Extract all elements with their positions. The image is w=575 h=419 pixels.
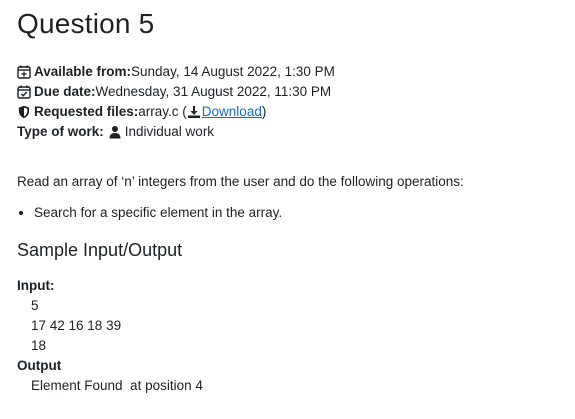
requested-files-row: Requested files: array.c ( Download ): [17, 102, 335, 122]
available-from-label: Available from:: [34, 64, 132, 79]
input-line: 17 42 16 18 39: [31, 318, 122, 333]
calendar-plus-icon: [17, 65, 31, 79]
due-date-value: Wednesday, 31 August 2022, 11:30 PM: [95, 84, 332, 99]
sample-heading: Sample Input/Output: [17, 240, 183, 260]
available-from-value: Sunday, 14 August 2022, 1:30 PM: [131, 64, 335, 79]
available-from-row: Available from: Sunday, 14 August 2022, …: [17, 62, 335, 82]
requested-files-close: ): [261, 104, 267, 119]
download-link[interactable]: Download: [202, 102, 262, 122]
type-of-work-value: Individual work: [124, 124, 215, 139]
sample-io: Input: 5 17 42 16 18 39 18 Output Elemen…: [17, 276, 203, 396]
calendar-check-icon: [17, 85, 31, 99]
input-line: 5: [31, 298, 39, 313]
type-of-work-row: Type of work: Individual work: [17, 122, 335, 142]
input-label: Input:: [17, 278, 55, 293]
input-line: 18: [31, 338, 47, 353]
due-date-row: Due date: Wednesday, 31 August 2022, 11:…: [17, 82, 335, 102]
shield-icon: [17, 105, 31, 119]
question-description: Read an array of ‘n’ integers from the u…: [17, 174, 464, 189]
download-icon[interactable]: [187, 105, 201, 119]
page-title: Question 5: [17, 8, 155, 39]
output-label: Output: [17, 358, 62, 373]
requested-files-label: Requested files:: [34, 104, 139, 119]
operations-list: Search for a specific element in the arr…: [17, 205, 282, 220]
list-item: Search for a specific element in the arr…: [34, 205, 282, 220]
assignment-details: Available from: Sunday, 14 August 2022, …: [17, 62, 335, 142]
type-of-work-label: Type of work:: [17, 124, 104, 139]
output-line: Element Found at position 4: [31, 378, 203, 393]
requested-files-value: array.c (: [138, 104, 187, 119]
due-date-label: Due date:: [34, 84, 96, 99]
user-icon: [108, 125, 122, 139]
